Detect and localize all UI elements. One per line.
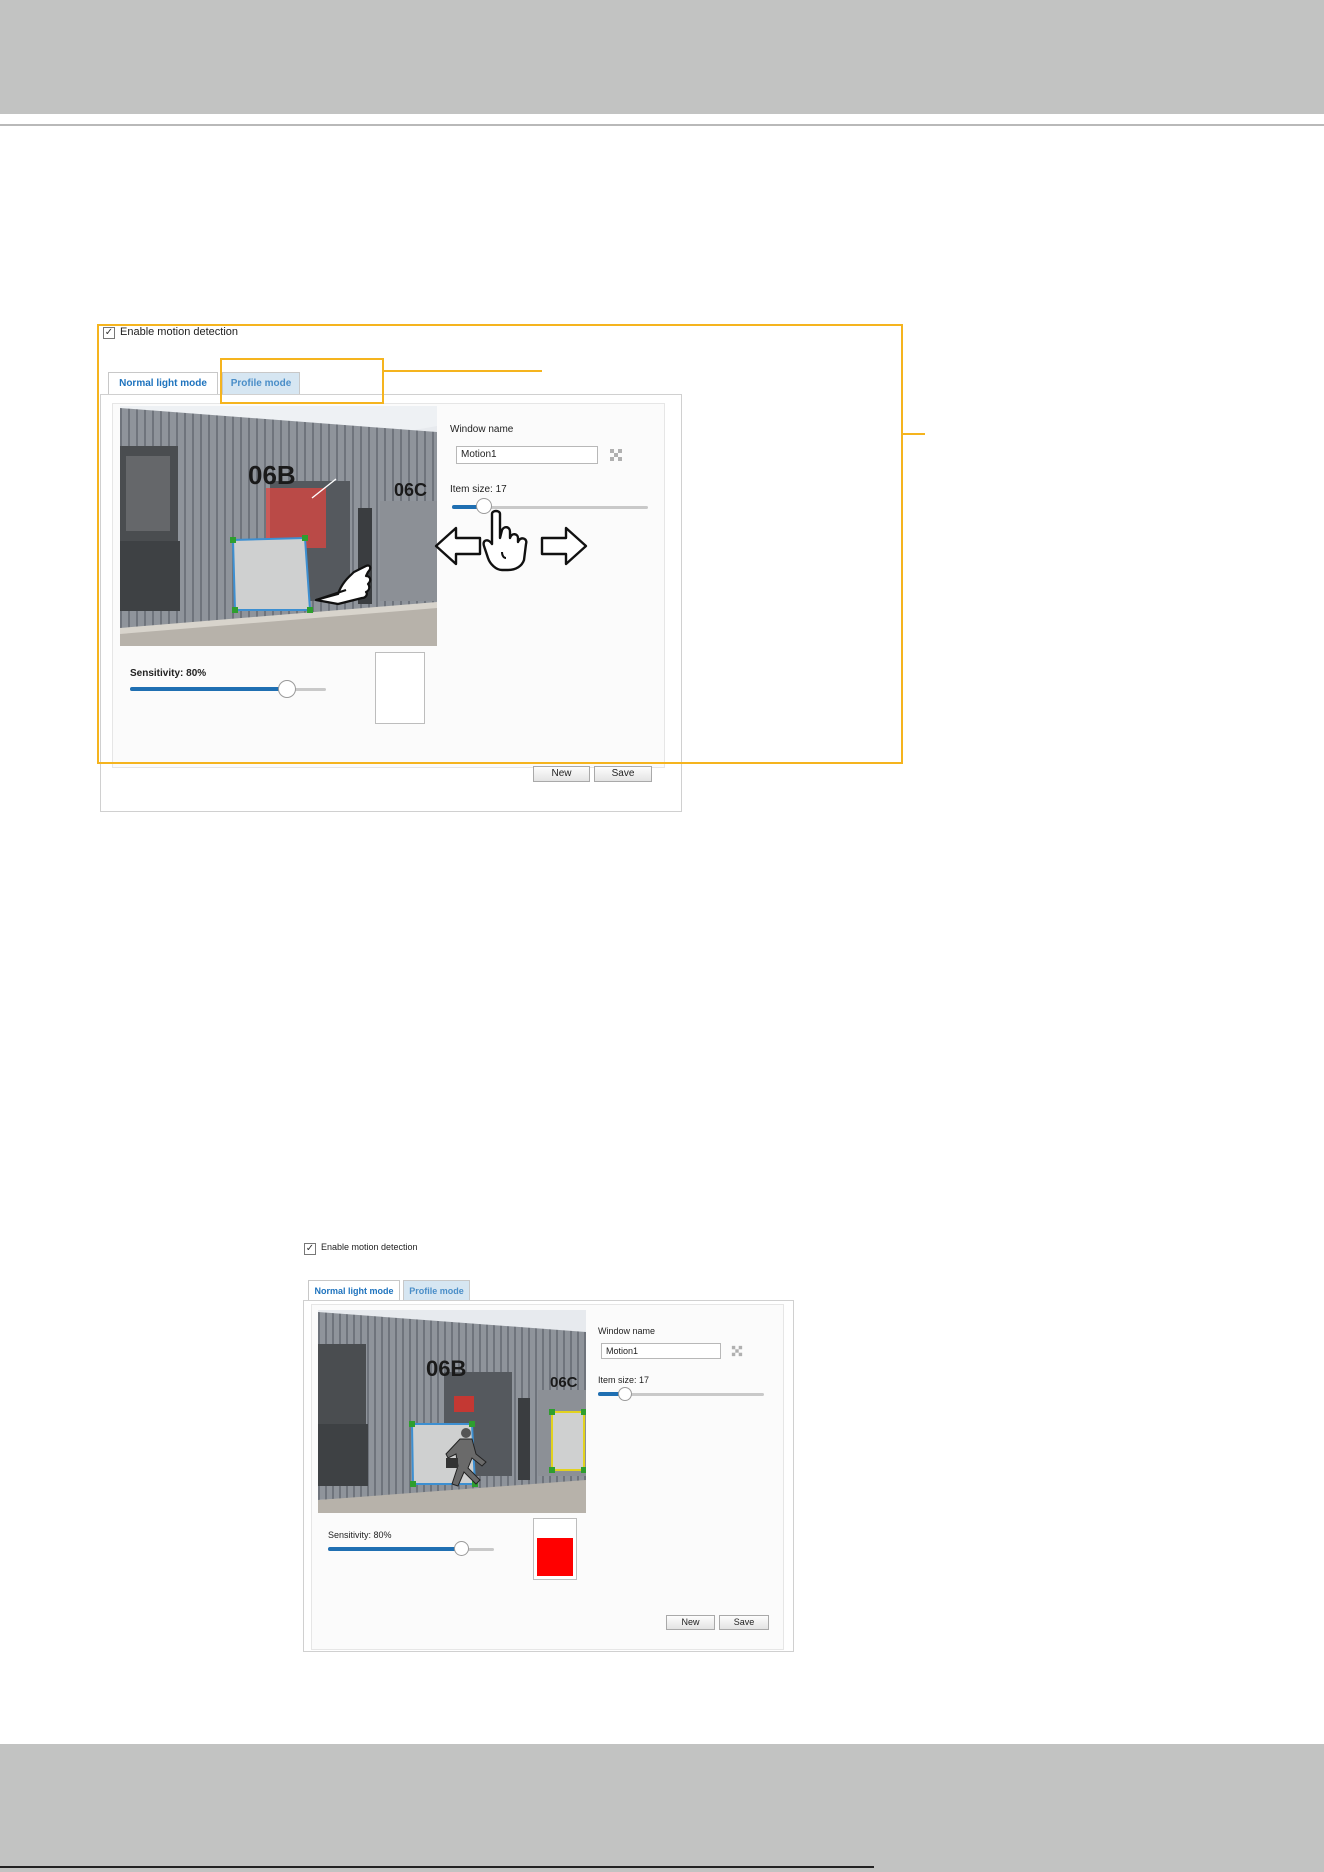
- delete-window-icon-2[interactable]: [731, 1345, 743, 1357]
- save-button[interactable]: Save: [594, 766, 652, 782]
- camera-view-2[interactable]: 06B 06C: [318, 1310, 586, 1513]
- motion-window-yellow: [551, 1411, 585, 1471]
- header-band: [0, 0, 1324, 114]
- window-name-label-2: Window name: [598, 1326, 656, 1336]
- new-button-2[interactable]: New: [666, 1615, 715, 1630]
- bay-label-06c-2: 06C: [550, 1374, 578, 1391]
- item-size-label-2: Item size: 17: [598, 1375, 650, 1385]
- enable-motion-checkbox-2[interactable]: ✓: [304, 1243, 316, 1255]
- new-button[interactable]: New: [533, 766, 590, 782]
- sensitivity-label-2: Sensitivity: 80%: [328, 1530, 392, 1540]
- tab-normal-light-mode-2[interactable]: Normal light mode: [308, 1280, 400, 1300]
- tab-profile-mode-2[interactable]: Profile mode: [403, 1280, 470, 1300]
- header-rule: [0, 124, 1324, 126]
- sensitivity-slider-fill-2: [328, 1547, 461, 1551]
- sensitivity-slider-knob-2[interactable]: [454, 1541, 469, 1556]
- callout-box-large: [97, 324, 903, 764]
- callout-leader-large: [903, 433, 925, 435]
- footer-band: [0, 1744, 1324, 1872]
- camera-scene-image-2: 06B 06C: [318, 1310, 586, 1513]
- callout-box-tab: [220, 358, 384, 404]
- bay-label-06b-2: 06B: [426, 1356, 466, 1381]
- motion-alert-fill: [537, 1538, 573, 1576]
- motion-indicator-2: [533, 1518, 577, 1580]
- callout-leader-tab: [384, 370, 542, 372]
- window-name-input-2[interactable]: Motion1: [601, 1343, 721, 1359]
- save-button-2[interactable]: Save: [719, 1615, 769, 1630]
- enable-motion-label-2: Enable motion detection: [321, 1242, 418, 1252]
- item-size-slider-knob-2[interactable]: [618, 1387, 632, 1401]
- footer-rule: [0, 1866, 874, 1868]
- profile-window-red-2: [454, 1396, 474, 1412]
